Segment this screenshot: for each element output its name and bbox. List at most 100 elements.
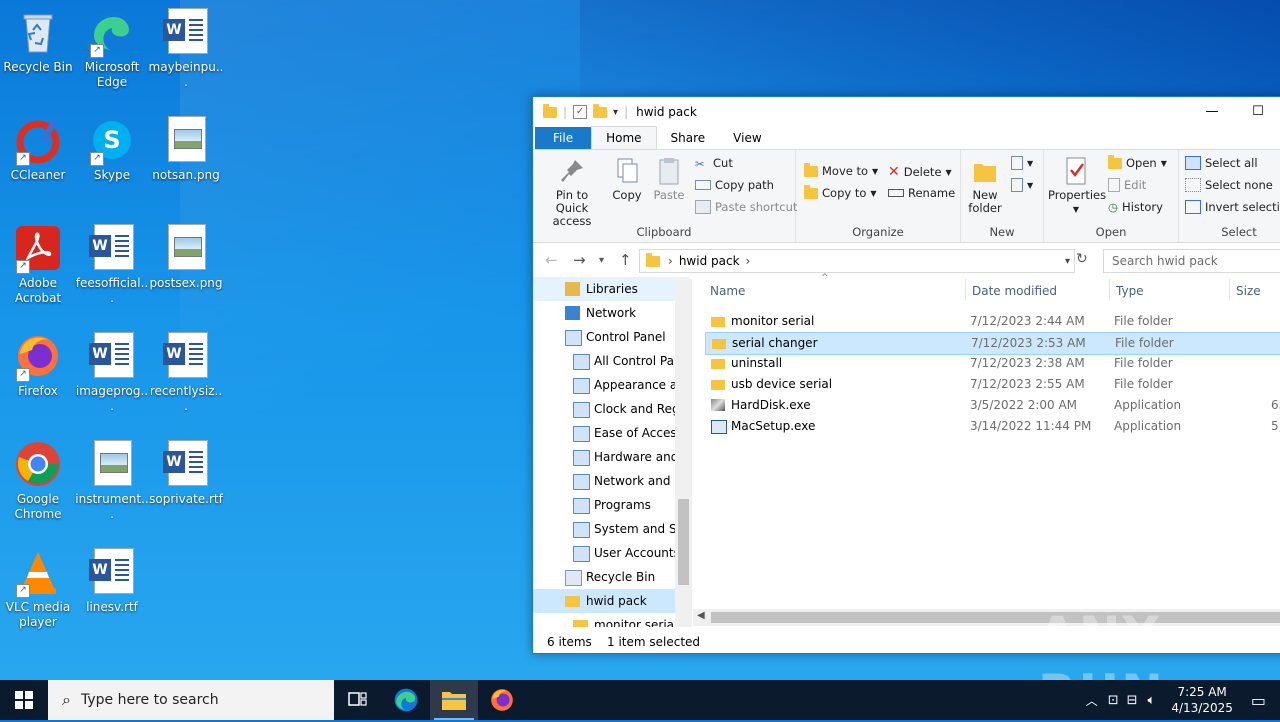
- taskbar-firefox-button[interactable]: [478, 680, 526, 720]
- nav-item[interactable]: Recycle Bin: [533, 565, 689, 589]
- desktop-icon-firefox[interactable]: ↗ Firefox: [0, 332, 76, 399]
- scrollbar-thumb[interactable]: [678, 499, 689, 585]
- new-item-button[interactable]: ▼: [1011, 156, 1033, 170]
- desktop-icon-skype[interactable]: S ↗ Skype: [74, 116, 150, 183]
- nav-item[interactable]: Clock and Regi: [533, 397, 689, 421]
- maximize-button[interactable]: ☐: [1235, 97, 1280, 127]
- nav-item[interactable]: Programs: [533, 493, 689, 517]
- show-hidden-icons-chevron-icon[interactable]: ︿: [1080, 692, 1104, 709]
- file-row[interactable]: serial changer 7/12/2023 2:53 AM File fold…: [705, 332, 1280, 355]
- move-to-button[interactable]: Move to ▼: [804, 162, 878, 178]
- rename-button[interactable]: Rename: [888, 186, 955, 200]
- desktop-icon-image[interactable]: instrument...: [74, 440, 150, 522]
- nav-item[interactable]: User Accounts: [533, 541, 689, 565]
- paste-button[interactable]: Paste: [649, 156, 689, 202]
- file-type: Application: [1114, 398, 1182, 412]
- customize-quick-access-icon[interactable]: ▾: [613, 107, 618, 118]
- file-list: Name ^ Date modified Type Size monitor s…: [693, 273, 1280, 617]
- file-row[interactable]: usb device serial 7/12/2023 2:55 AM File f…: [705, 374, 1280, 395]
- properties-quick-icon[interactable]: ✓: [573, 105, 588, 119]
- nav-scrollbar[interactable]: [675, 279, 692, 627]
- file-row[interactable]: MacSetup.exe 3/14/2022 11:44 PM Applicatio…: [705, 416, 1280, 437]
- back-arrow-icon[interactable]: ←: [545, 251, 558, 269]
- easy-access-button[interactable]: ▼: [1011, 178, 1033, 192]
- new-folder-quick-icon[interactable]: [593, 103, 608, 118]
- desktop-icon-adobe-acrobat[interactable]: ↗ Adobe Acrobat: [0, 224, 76, 306]
- desktop-icon-microsoft-edge[interactable]: ↗ Microsoft Edge: [74, 8, 150, 90]
- copy-to-button[interactable]: Copy to ▼: [804, 184, 877, 200]
- nav-item[interactable]: hwid pack: [533, 589, 689, 613]
- nav-item[interactable]: Ease of Access: [533, 421, 689, 445]
- start-button[interactable]: [0, 680, 48, 720]
- desktop-icon-image[interactable]: notsan.png: [148, 116, 224, 183]
- desktop-icon-word-doc[interactable]: W maybeinpu...: [148, 8, 224, 90]
- scroll-left-icon[interactable]: ◀: [697, 610, 705, 621]
- device-icon[interactable]: ⊡: [1104, 693, 1123, 708]
- search-input[interactable]: Search hwid pack: [1103, 249, 1280, 273]
- nav-item[interactable]: Network: [533, 301, 689, 325]
- tab-view[interactable]: View: [719, 127, 775, 149]
- file-row[interactable]: monitor serial 7/12/2023 2:44 AM File fold…: [705, 311, 1280, 332]
- desktop-icon-ccleaner[interactable]: ↗ CCleaner: [0, 116, 76, 183]
- tab-home[interactable]: Home: [591, 126, 657, 149]
- tab-file[interactable]: File: [535, 127, 592, 149]
- refresh-icon[interactable]: ↻: [1076, 251, 1088, 267]
- notifications-icon[interactable]: ▭: [1243, 691, 1280, 710]
- up-arrow-icon[interactable]: ↑: [619, 251, 632, 269]
- new-item-icon: [1011, 156, 1023, 170]
- copy-button[interactable]: Copy: [609, 156, 645, 202]
- volume-icon[interactable]: 🔈︎: [1142, 693, 1162, 708]
- column-size[interactable]: Size: [1236, 284, 1261, 298]
- desktop-icon-vlc[interactable]: ↗ VLC media player: [0, 548, 76, 630]
- nav-item[interactable]: Control Panel: [533, 325, 689, 349]
- nav-item[interactable]: Libraries: [533, 277, 689, 301]
- taskbar-edge-button[interactable]: [382, 680, 430, 720]
- taskbar-file-explorer-button[interactable]: [430, 680, 478, 720]
- clock[interactable]: 7:25 AM 4/13/2025: [1161, 684, 1243, 716]
- nav-item[interactable]: Network and Ir: [533, 469, 689, 493]
- edit-button[interactable]: Edit: [1108, 178, 1146, 192]
- delete-button[interactable]: ✕ Delete ▼: [888, 164, 952, 180]
- minimize-button[interactable]: —: [1189, 97, 1235, 127]
- address-box[interactable]: › hwid pack › ▾: [639, 249, 1075, 273]
- open-button[interactable]: Open ▼: [1108, 154, 1167, 170]
- nav-item[interactable]: System and Se: [533, 517, 689, 541]
- desktop-icon-google-chrome[interactable]: Google Chrome: [0, 440, 76, 522]
- file-row[interactable]: HardDisk.exe 3/5/2022 2:00 AM Application 6…: [705, 395, 1280, 416]
- new-folder-button[interactable]: New folder: [965, 156, 1005, 215]
- cut-button[interactable]: ✂ Cut: [695, 156, 733, 171]
- nav-item[interactable]: All Control Par: [533, 349, 689, 373]
- pin-to-quick-access-button[interactable]: Pin to Quick access: [539, 156, 605, 228]
- copy-path-button[interactable]: Copy path: [695, 178, 774, 192]
- file-row[interactable]: uninstall 7/12/2023 2:38 AM File folder: [705, 353, 1280, 374]
- select-none-button[interactable]: Select none: [1185, 178, 1273, 192]
- nav-item[interactable]: monitor serial: [533, 613, 689, 627]
- forward-arrow-icon[interactable]: →: [573, 251, 586, 269]
- column-date-modified[interactable]: Date modified: [972, 284, 1057, 298]
- taskbar-search-box[interactable]: ⌕ Type here to search: [48, 680, 334, 720]
- nav-item[interactable]: Hardware and: [533, 445, 689, 469]
- paste-shortcut-button[interactable]: Paste shortcut: [695, 200, 797, 214]
- desktop-icon-word-doc[interactable]: W imageprog...: [74, 332, 150, 414]
- desktop-icon-recycle-bin[interactable]: Recycle Bin: [0, 8, 76, 75]
- title-bar: | ✓ ▾ | hwid pack — ☐: [533, 97, 1280, 127]
- nav-item[interactable]: Appearance an: [533, 373, 689, 397]
- select-all-button[interactable]: Select all: [1185, 156, 1258, 170]
- desktop-icon-word-doc[interactable]: W soprivate.rtf: [148, 440, 224, 507]
- recent-locations-chevron-icon[interactable]: ▾: [599, 255, 604, 266]
- column-name[interactable]: Name: [710, 284, 745, 298]
- desktop-icon-word-doc[interactable]: W linesv.rtf: [74, 548, 150, 615]
- invert-selection-button[interactable]: Invert selection: [1185, 200, 1280, 214]
- properties-button[interactable]: Properties ▼: [1048, 156, 1106, 216]
- tab-share[interactable]: Share: [657, 127, 720, 149]
- history-button[interactable]: ◷ History: [1108, 200, 1163, 214]
- column-type[interactable]: Type: [1116, 284, 1144, 298]
- task-view-button[interactable]: [334, 680, 382, 720]
- address-dropdown-icon[interactable]: ▾: [1065, 256, 1070, 267]
- desktop-icon-word-doc[interactable]: W feesofficial...: [74, 224, 150, 306]
- desktop-icon-word-doc[interactable]: W recentlysiz...: [148, 332, 224, 414]
- network-icon[interactable]: ⊟: [1123, 693, 1142, 708]
- microsoft-edge-icon: ↗: [88, 8, 136, 58]
- desktop-icon-image[interactable]: postsex.png: [148, 224, 224, 291]
- nav-item-label: monitor serial: [594, 618, 678, 627]
